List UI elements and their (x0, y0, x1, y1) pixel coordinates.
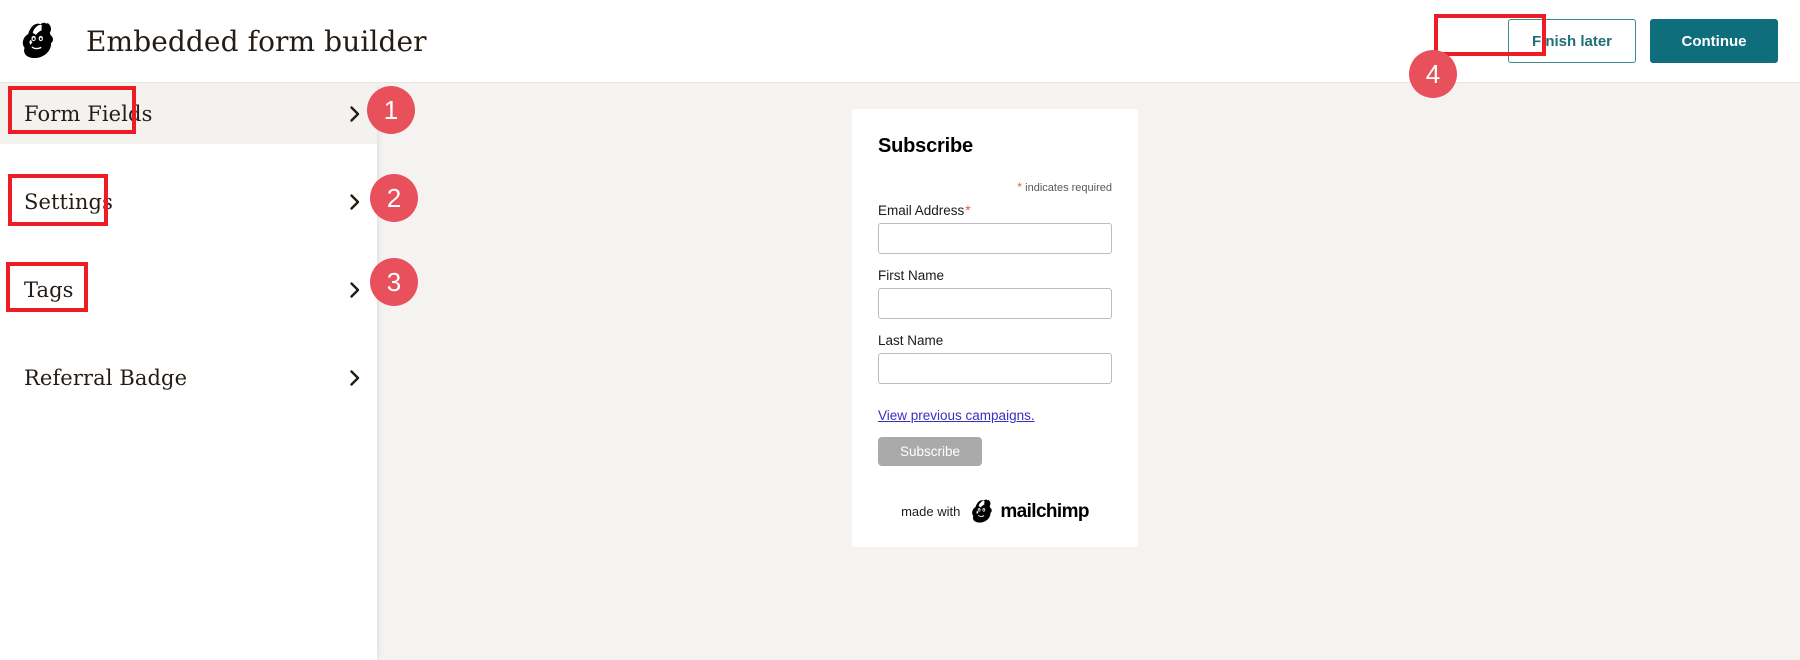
required-note: * indicates required (878, 180, 1112, 194)
field-label: First Name (878, 268, 1112, 283)
mailchimp-freddie-icon (972, 499, 993, 523)
page-title: Embedded form builder (86, 24, 427, 58)
sidebar-item-referral-badge[interactable]: Referral Badge (0, 347, 377, 408)
mailchimp-brand-lockup: mailchimp (969, 498, 1090, 525)
sidebar-nav: Form Fields Settings Tags Referral Badge (0, 83, 377, 660)
chevron-right-icon (350, 281, 360, 298)
last-name-input[interactable] (878, 353, 1112, 384)
chevron-right-icon (350, 369, 360, 386)
mailchimp-freddie-icon (22, 22, 53, 59)
brand: Embedded form builder (18, 20, 427, 62)
email-address-input[interactable] (878, 223, 1112, 254)
sidebar-item-form-fields[interactable]: Form Fields (0, 83, 377, 144)
continue-button-wrap: Continue (1650, 19, 1778, 63)
chevron-right-icon (350, 193, 360, 210)
field-email-address: Email Address* (878, 202, 1112, 254)
form-preview-canvas: Subscribe * indicates required Email Add… (377, 83, 1800, 660)
form-title: Subscribe (878, 135, 973, 157)
field-first-name: First Name (878, 268, 1112, 319)
made-with-mailchimp: made with mailchimp (878, 498, 1112, 525)
field-label-text: First Name (878, 268, 945, 283)
field-label-text: Last Name (878, 333, 944, 348)
sidebar-item-label: Tags (24, 277, 74, 302)
required-asterisk-icon: * (965, 202, 971, 218)
required-note-text: indicates required (1025, 182, 1112, 194)
view-previous-campaigns-link[interactable]: View previous campaigns. (878, 408, 1035, 423)
sidebar-item-tags[interactable]: Tags (0, 259, 377, 320)
sidebar-item-label: Form Fields (24, 101, 153, 126)
sidebar-item-settings[interactable]: Settings (0, 171, 377, 232)
subscribe-submit-button[interactable]: Subscribe (878, 437, 982, 466)
sidebar-item-label: Settings (24, 189, 113, 214)
field-last-name: Last Name (878, 333, 1112, 384)
finish-later-button[interactable]: Finish later (1508, 19, 1636, 63)
field-label-text: Email Address (878, 203, 965, 218)
made-with-text: made with (901, 504, 961, 519)
sidebar-item-label: Referral Badge (24, 365, 188, 390)
embedded-form-builder-app: Embedded form builder Finish later Conti… (0, 0, 1800, 660)
first-name-input[interactable] (878, 288, 1112, 319)
field-label: Email Address* (878, 202, 1112, 218)
subscribe-form-card: Subscribe * indicates required Email Add… (852, 109, 1138, 547)
app-header: Embedded form builder Finish later Conti… (0, 0, 1800, 83)
field-label: Last Name (878, 333, 1112, 348)
chevron-right-icon (350, 105, 360, 122)
continue-button[interactable]: Continue (1650, 19, 1778, 63)
header-actions: Finish later Continue (1508, 19, 1778, 63)
required-asterisk-icon: * (1017, 180, 1023, 194)
mailchimp-wordmark: mailchimp (1000, 500, 1089, 522)
